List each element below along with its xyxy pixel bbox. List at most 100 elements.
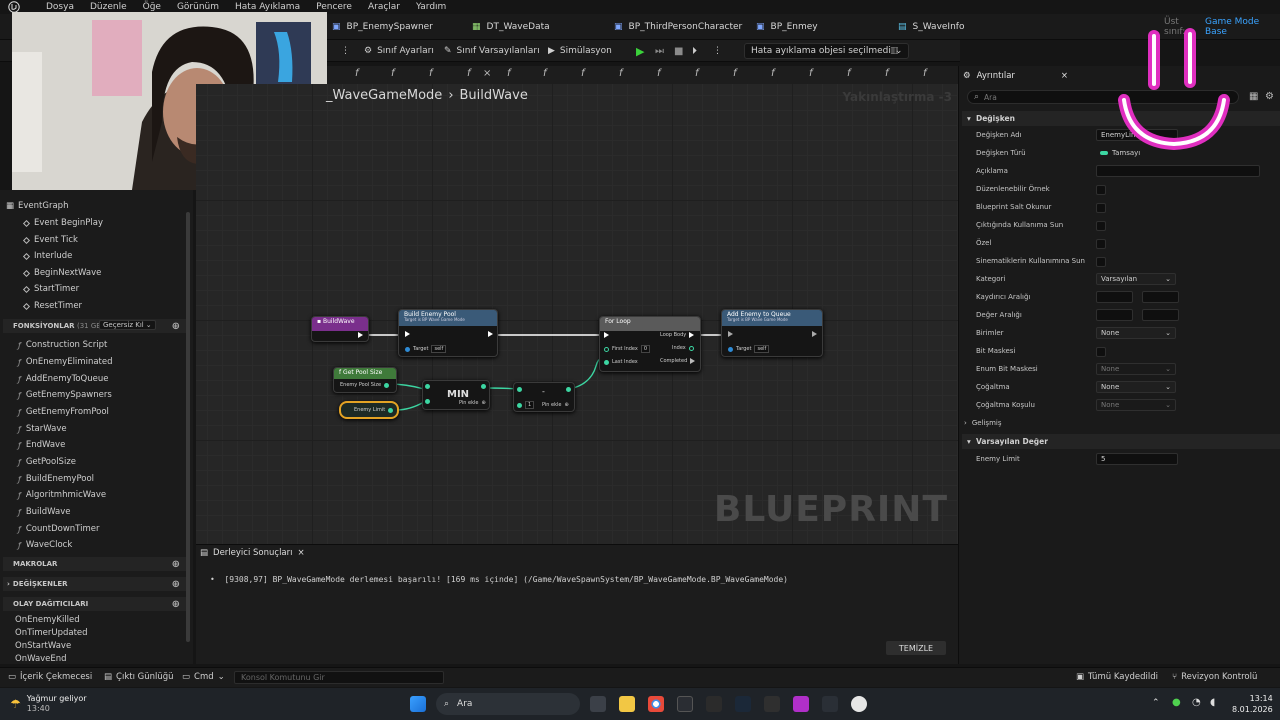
tab-compiler-results[interactable]: ▤ Derleyici Sonuçları × xyxy=(200,548,305,558)
function-icon[interactable]: f xyxy=(467,68,471,79)
start-icon[interactable] xyxy=(410,696,426,712)
function-item[interactable]: ƒ AlgoritmhmicWave xyxy=(18,490,106,500)
class-defaults-button[interactable]: ✎ Sınıf Varsayılanları xyxy=(444,43,540,59)
app-icon[interactable] xyxy=(822,696,838,712)
menu-edit[interactable]: Düzenle xyxy=(90,2,127,12)
play-options-icon[interactable]: ⋮ xyxy=(713,43,722,59)
function-item[interactable]: ƒ GetPoolSize xyxy=(18,457,76,467)
exec-out-pin[interactable] xyxy=(358,332,363,338)
target-pin[interactable]: Target self xyxy=(405,345,447,353)
exec-in-pin[interactable] xyxy=(604,332,609,338)
cinematic-checkbox[interactable] xyxy=(1096,257,1106,267)
task-view-icon[interactable] xyxy=(590,696,606,712)
function-icon[interactable]: f xyxy=(923,68,927,79)
function-icon[interactable]: f xyxy=(695,68,699,79)
function-item[interactable]: ƒ EndWave xyxy=(18,440,65,450)
function-icon[interactable]: f xyxy=(543,68,547,79)
file-explorer-icon[interactable] xyxy=(619,696,635,712)
sub-in-a-pin[interactable] xyxy=(517,387,522,392)
add-function-icon[interactable]: ⊕ xyxy=(172,321,180,332)
debug-object-dropdown[interactable]: Hata ayıklama objesi seçilmedi ⌄ xyxy=(744,43,910,59)
tab-s-waveinfo[interactable]: ▤ S_WaveInfo xyxy=(898,18,964,36)
event-item[interactable]: Event Tick xyxy=(22,235,78,245)
save-all-button[interactable]: ▣ Tümü Kaydedildi xyxy=(1076,672,1158,682)
menu-window[interactable]: Pencere xyxy=(316,2,352,12)
app-icon[interactable] xyxy=(793,696,809,712)
epic-games-icon[interactable] xyxy=(764,696,780,712)
function-icon[interactable]: f xyxy=(355,68,359,79)
tab-bp-enemyspawner[interactable]: ▣ BP_EnemySpawner xyxy=(332,18,433,36)
completed-pin[interactable]: Completed xyxy=(660,358,696,364)
loop-body-pin[interactable]: Loop Body xyxy=(660,332,695,338)
eventgraph-item[interactable]: ▦ EventGraph xyxy=(6,201,68,211)
function-icon[interactable]: f xyxy=(657,68,661,79)
node-get-pool-size[interactable]: f Get Pool Size Enemy Pool Size xyxy=(333,367,397,393)
category-dropdown[interactable]: Varsayılan ⌄ xyxy=(1096,273,1176,285)
variables-section[interactable]: › DEĞİŞKENLER ⊕ xyxy=(3,577,186,591)
function-item[interactable]: ƒ StarWave xyxy=(18,424,67,434)
output-log-button[interactable]: ▤ Çıktı Günlüğü xyxy=(104,672,174,682)
mic-icon[interactable]: ● xyxy=(1172,697,1181,708)
macros-section[interactable]: MAKROLAR ⊕ xyxy=(3,557,186,571)
menu-debug[interactable]: Hata Ayıklama xyxy=(235,2,300,12)
play-button[interactable]: ▶ xyxy=(636,43,644,59)
add-dispatcher-icon[interactable]: ⊕ xyxy=(172,599,180,610)
unreal-engine-icon[interactable] xyxy=(851,696,867,712)
private-checkbox[interactable] xyxy=(1096,239,1106,249)
replication-dropdown[interactable]: None ⌄ xyxy=(1096,381,1176,393)
eject-button[interactable]: ⏵ xyxy=(692,43,697,59)
simulation-button[interactable]: ▶ Simülasyon xyxy=(548,43,612,59)
node-for-loop[interactable]: For Loop First Index 0 Last Index Loop Bo… xyxy=(599,316,701,372)
node-add-enemy-to-queue[interactable]: Add Enemy to Queue Target is BP Wave Game… xyxy=(721,309,823,357)
calculator-icon[interactable] xyxy=(706,696,722,712)
min-in-a-pin[interactable] xyxy=(425,384,430,389)
node-min[interactable]: MIN Pin ekle ⊕ xyxy=(422,380,490,410)
content-drawer-button[interactable]: ▭ İçerik Çekmecesi xyxy=(8,672,92,682)
min-in-b-pin[interactable] xyxy=(425,399,430,404)
enum-bitmask-dropdown[interactable]: None ⌄ xyxy=(1096,363,1176,375)
function-item[interactable]: ƒ OnEnemyEliminated xyxy=(18,357,113,367)
menu-tools[interactable]: Araçlar xyxy=(368,2,400,12)
function-item[interactable]: ƒ GetEnemyFromPool xyxy=(18,407,109,417)
last-index-pin[interactable]: Last Index xyxy=(604,359,638,365)
advanced-expander[interactable]: › Gelişmiş xyxy=(964,419,1002,427)
exec-out-pin[interactable] xyxy=(488,331,493,337)
editable-checkbox[interactable] xyxy=(1096,185,1106,195)
functions-section[interactable]: FONKSİYONLAR (31 GEÇER Geçersiz Kıl ⌄ ⊕ xyxy=(3,319,186,333)
dispatchers-section[interactable]: OLAY DAĞITICILARI ⊕ xyxy=(3,597,186,611)
find-icon[interactable]: ▥ xyxy=(890,43,899,59)
volume-icon[interactable]: ◖ xyxy=(1210,697,1215,708)
event-item[interactable]: Event BeginPlay xyxy=(22,218,103,228)
dispatcher-item[interactable]: OnWaveEnd xyxy=(15,654,67,664)
sub-out-pin[interactable] xyxy=(566,387,571,392)
function-icon[interactable]: f xyxy=(809,68,813,79)
enemy-limit-pin[interactable]: Enemy Limit xyxy=(354,407,394,413)
steam-icon[interactable] xyxy=(735,696,751,712)
network-icon[interactable]: ◔ xyxy=(1192,697,1201,708)
console-input[interactable]: Konsol Komutunu Gir xyxy=(234,671,444,684)
bitmask-checkbox[interactable] xyxy=(1096,347,1106,357)
value-min-field[interactable] xyxy=(1096,309,1133,321)
settings-icon[interactable]: ⚙ xyxy=(1265,91,1274,102)
cmd-dropdown[interactable]: ▭ Cmd ⌄ xyxy=(182,672,225,682)
tab-details[interactable]: ⚙ Ayrıntılar × xyxy=(963,69,1068,83)
function-icon[interactable]: f xyxy=(733,68,737,79)
tray-chevron-icon[interactable]: ⌃ xyxy=(1152,698,1160,708)
function-icon[interactable]: f xyxy=(885,68,889,79)
exec-out-pin[interactable] xyxy=(812,331,817,337)
grid-view-icon[interactable]: ▦ xyxy=(1249,91,1258,102)
function-item[interactable]: ƒ WaveClock xyxy=(18,540,72,550)
override-dropdown[interactable]: Geçersiz Kıl ⌄ xyxy=(99,320,156,330)
node-build-enemy-pool[interactable]: Build Enemy Pool Target is BP Wave Game M… xyxy=(398,309,498,357)
function-item[interactable]: ƒ CountDownTimer xyxy=(18,524,99,534)
class-settings-button[interactable]: ⚙ Sınıf Ayarları xyxy=(364,43,434,59)
function-item[interactable]: ƒ AddEnemyToQueue xyxy=(18,374,108,384)
expose-checkbox[interactable] xyxy=(1096,221,1106,231)
tab-bp-thirdperson[interactable]: ▣ BP_ThirdPersonCharacter xyxy=(614,18,742,36)
taskbar-search[interactable]: ⌕ Ara xyxy=(436,693,580,715)
close-icon[interactable]: × xyxy=(1061,71,1068,81)
target-pin[interactable]: Target self xyxy=(728,345,770,353)
min-out-pin[interactable] xyxy=(481,384,486,389)
index-pin[interactable]: Index xyxy=(672,345,694,351)
sub-add-pin[interactable]: Pin ekle ⊕ xyxy=(542,402,569,408)
